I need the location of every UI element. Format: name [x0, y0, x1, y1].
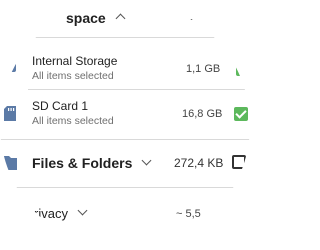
- phone-icon: [4, 54, 16, 72]
- chevron-down-icon: [141, 155, 152, 166]
- sd-card-size: 16,8 GB: [182, 108, 223, 120]
- files-folders-header[interactable]: Files & Folders: [32, 155, 152, 171]
- space-section-title: space: [66, 10, 106, 26]
- screen-viewport: space 17, Internal Storage All items sel…: [0, 0, 250, 250]
- files-folders-checkbox[interactable]: [232, 155, 246, 169]
- list-item-sd-card-1[interactable]: SD Card 1 All items selected 16,8 GB: [0, 90, 250, 138]
- files-folders-size: 272,4 KB: [174, 156, 224, 170]
- privacy-section-size: ~ 5,5: [176, 208, 201, 220]
- folder-icon: [4, 156, 17, 170]
- internal-storage-checkbox[interactable]: [236, 62, 250, 76]
- chevron-down-icon: [77, 205, 88, 216]
- internal-storage-sublabel: All items selected: [32, 70, 114, 82]
- privacy-section-title: rivacy: [34, 206, 68, 221]
- internal-storage-label: Internal Storage: [32, 54, 118, 68]
- files-folders-section[interactable]: Files & Folders 272,4 KB: [0, 140, 250, 186]
- sd-card-icon: [4, 106, 16, 121]
- privacy-section-header[interactable]: rivacy: [34, 205, 88, 221]
- sd-card-sublabel: All items selected: [32, 115, 114, 127]
- space-section-size: 17,: [190, 11, 206, 23]
- internal-storage-size: 1,1 GB: [186, 63, 221, 75]
- sd-card-label: SD Card 1: [32, 99, 89, 113]
- sd-card-checkbox[interactable]: [234, 107, 248, 121]
- chevron-up-icon: [115, 13, 126, 24]
- space-section-header[interactable]: space: [66, 10, 126, 26]
- files-folders-title: Files & Folders: [32, 155, 133, 171]
- divider: [0, 187, 250, 188]
- list-item-internal-storage[interactable]: Internal Storage All items selected 1,1 …: [0, 38, 250, 88]
